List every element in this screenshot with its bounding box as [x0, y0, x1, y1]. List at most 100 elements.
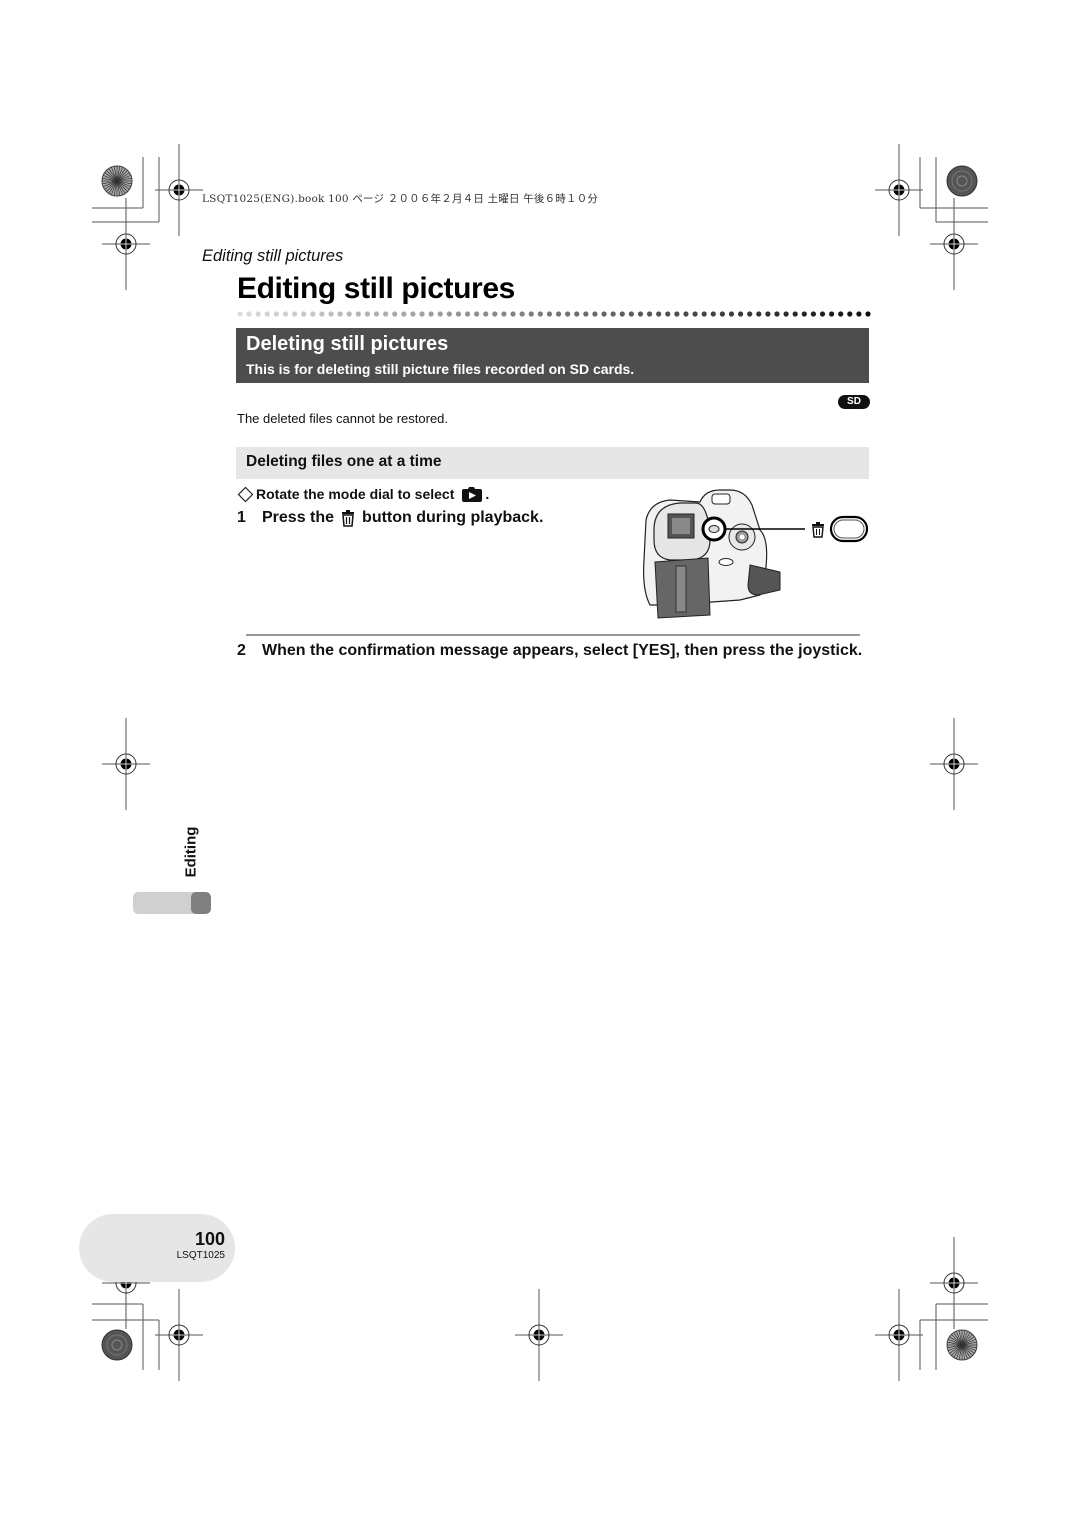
- note-text: The deleted files cannot be restored.: [237, 411, 449, 426]
- page-number: 100: [194, 1229, 225, 1249]
- pre-step-suffix: .: [485, 486, 490, 502]
- divider-dot: [683, 311, 689, 317]
- sd-card-badge: SD: [838, 395, 870, 409]
- divider-dot: [828, 311, 835, 317]
- step-2: 2 When the confirmation message appears,…: [237, 640, 877, 662]
- pre-step-instruction: Rotate the mode dial to select .: [237, 485, 489, 503]
- divider-dot: [446, 311, 452, 317]
- divider-dot: [637, 311, 644, 317]
- divider-dot: [237, 311, 243, 317]
- divider-dot: [537, 311, 543, 317]
- running-head: Editing still pictures: [202, 247, 344, 265]
- divider-dot: [383, 311, 389, 317]
- divider-dot: [528, 311, 534, 317]
- divider-dot: [601, 311, 607, 317]
- step-number: 1: [237, 509, 246, 526]
- divider-dot: [519, 311, 525, 317]
- divider-dot: [674, 311, 680, 317]
- divider-dot: [792, 311, 798, 317]
- document-code: LSQT1025: [176, 1250, 225, 1261]
- divider-dot: [483, 311, 489, 317]
- divider-dot: [701, 311, 707, 317]
- divider-dot: [255, 311, 261, 317]
- registration-mark-icon: [874, 143, 924, 237]
- divider-dot: [501, 311, 507, 317]
- registration-mark-icon: [514, 1288, 564, 1382]
- divider-dot: [474, 311, 480, 317]
- print-header: LSQT1025(ENG).book 100 ページ ２００６年２月４日 土曜日…: [202, 193, 599, 205]
- divider-dot: [292, 311, 298, 317]
- divider-dot: [464, 311, 471, 317]
- divider-dot: [565, 311, 571, 317]
- color-target-icon: [946, 1329, 978, 1361]
- divider: [246, 634, 860, 636]
- section-header: Deleting still pictures This is for dele…: [236, 328, 869, 383]
- divider-dot: [619, 311, 625, 317]
- divider-dot: [373, 311, 380, 317]
- registration-mark-icon: [929, 1236, 979, 1330]
- divider-dot: [555, 311, 562, 317]
- section-subtitle: This is for deleting still picture files…: [246, 361, 635, 377]
- step-text-before: Press the: [262, 509, 335, 526]
- camcorder-illustration: [643, 489, 869, 619]
- trash-icon: [342, 510, 355, 527]
- divider-dot: [546, 311, 553, 317]
- divider-dot: [419, 311, 425, 317]
- registration-mark-icon: [929, 717, 979, 811]
- divider-dot: [428, 311, 434, 317]
- divider-dot: [628, 311, 634, 317]
- registration-mark-icon: [929, 197, 979, 291]
- divider-dot: [819, 311, 826, 317]
- divider-dot: [728, 311, 735, 317]
- page-title: Editing still pictures: [237, 272, 515, 305]
- divider-dot: [437, 311, 443, 317]
- divider-dot: [756, 311, 762, 317]
- divider-dot: [665, 311, 671, 317]
- divider-dot: [273, 311, 280, 317]
- divider-dot: [765, 311, 771, 317]
- print-registration-marks: [92, 143, 988, 1382]
- playback-mode-icon: [462, 487, 483, 502]
- divider-dot: [355, 311, 361, 317]
- divider-dot: [710, 311, 716, 317]
- dotted-divider: [237, 311, 871, 317]
- divider-dot: [810, 311, 816, 317]
- divider-dot: [737, 311, 744, 317]
- divider-dot: [774, 311, 780, 317]
- subsection-header: Deleting files one at a time: [236, 447, 869, 479]
- step-number: 2: [237, 642, 246, 659]
- diamond-outline-icon: [237, 486, 254, 502]
- divider-dot: [301, 311, 307, 317]
- divider-dot: [783, 311, 789, 317]
- step-1: 1 Press the button during playback.: [237, 509, 543, 527]
- divider-dot: [592, 311, 598, 317]
- divider-dot: [692, 311, 698, 317]
- color-target-icon: [101, 1329, 133, 1361]
- divider-dot: [801, 311, 807, 317]
- divider-dot: [856, 311, 862, 317]
- side-tab: Editing: [176, 822, 206, 882]
- divider-dot: [865, 311, 871, 317]
- section-title: Deleting still pictures: [246, 333, 449, 355]
- divider-dot: [492, 311, 498, 317]
- divider-dot: [574, 311, 580, 317]
- divider-dot: [610, 311, 616, 317]
- registration-mark-icon: [101, 717, 151, 811]
- side-tab-indicator-active: [191, 892, 211, 914]
- divider-dot: [392, 311, 398, 317]
- divider-dot: [310, 311, 316, 317]
- divider-dot: [319, 311, 325, 317]
- divider-dot: [646, 311, 653, 317]
- side-tab-indicator: [133, 892, 211, 914]
- divider-dot: [401, 311, 407, 317]
- registration-mark-icon: [874, 1288, 924, 1382]
- subsection-title: Deleting files one at a time: [246, 453, 442, 470]
- divider-dot: [282, 311, 289, 317]
- registration-mark-icon: [154, 1288, 204, 1382]
- registration-mark-icon: [154, 143, 204, 237]
- divider-dot: [246, 311, 252, 317]
- step-text-after: button during playback.: [362, 509, 544, 526]
- divider-dot: [337, 311, 343, 317]
- registration-mark-icon: [101, 197, 151, 291]
- side-tab-label: Editing: [182, 826, 200, 878]
